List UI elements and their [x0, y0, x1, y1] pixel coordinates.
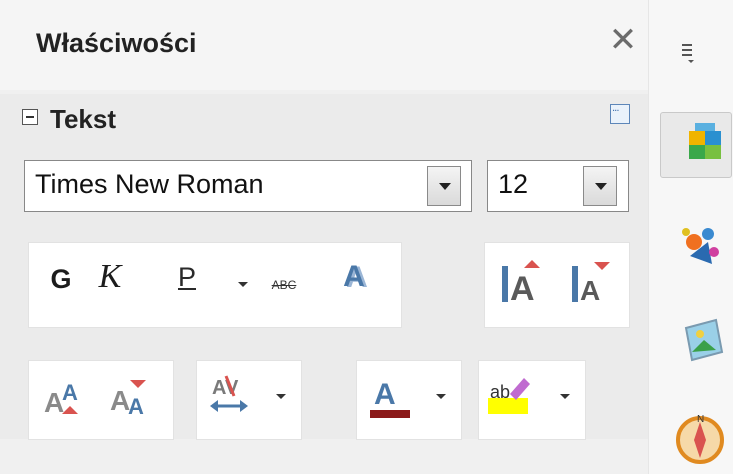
font-color-dropdown-icon[interactable] — [436, 394, 446, 399]
sidebar-item-properties[interactable] — [660, 112, 732, 178]
decrease-font-size-label: A — [580, 275, 600, 306]
highlight-label: ab — [490, 382, 510, 402]
more-options-icon[interactable] — [610, 104, 630, 124]
gallery-icon — [684, 318, 724, 362]
section-title: Tekst — [50, 104, 116, 134]
sidebar-item-styles[interactable] — [660, 212, 732, 278]
font-color-label: A — [374, 378, 396, 411]
subscript-button[interactable]: A A — [106, 370, 160, 424]
font-color-icon: A — [370, 378, 410, 418]
bold-button[interactable]: G — [44, 264, 78, 304]
increase-font-size-label: A — [510, 270, 535, 308]
spacing-dropdown-icon[interactable] — [276, 394, 286, 399]
subscript-icon: A A — [110, 380, 146, 419]
chevron-down-icon[interactable] — [583, 166, 617, 206]
collapse-icon[interactable] — [22, 109, 38, 125]
underline-dropdown-icon[interactable] — [238, 282, 248, 287]
close-icon[interactable]: ✕ — [605, 22, 641, 58]
font-name-value: Times New Roman — [35, 169, 264, 199]
increase-font-size-button[interactable]: A — [496, 256, 552, 308]
chevron-down-icon[interactable] — [427, 166, 461, 206]
strikethrough-button[interactable]: ABC — [264, 278, 304, 298]
superscript-icon: A A — [44, 380, 78, 418]
navigator-icon: N — [676, 414, 724, 464]
properties-panel: Właściwości ✕ Tekst Times New Roman 12 G… — [0, 0, 648, 474]
character-spacing-button[interactable]: AV — [204, 368, 256, 424]
highlight-button[interactable]: ab — [486, 368, 534, 424]
underline-button[interactable]: P — [170, 262, 204, 302]
increase-font-icon: A — [502, 260, 540, 308]
sidebar-item-navigator[interactable]: N — [660, 400, 732, 466]
superscript-raised-label: A — [62, 380, 78, 405]
highlight-icon: ab — [488, 378, 530, 414]
svg-text:N: N — [697, 414, 704, 425]
properties-icon — [689, 123, 721, 159]
shadow-button[interactable]: A — [334, 260, 374, 304]
decrease-font-icon: A — [572, 262, 610, 306]
italic-button[interactable]: K — [90, 258, 130, 302]
spacing-icon: AV — [210, 375, 248, 412]
panel-header: Właściwości ✕ — [0, 0, 648, 90]
sidebar-menu-icon[interactable] — [680, 40, 700, 64]
subscript-lowered-label: A — [128, 394, 144, 419]
superscript-button[interactable]: A A — [40, 370, 94, 424]
character-spacing-label: AV — [212, 377, 239, 399]
highlight-dropdown-icon[interactable] — [560, 394, 570, 399]
font-name-combobox[interactable]: Times New Roman — [24, 160, 472, 212]
font-size-combobox[interactable]: 12 — [487, 160, 629, 212]
panel-title: Właściwości — [36, 28, 197, 58]
styles-icon — [682, 228, 719, 264]
font-size-value: 12 — [498, 169, 529, 199]
font-color-button[interactable]: A — [366, 368, 414, 424]
sidebar-item-gallery[interactable] — [660, 306, 732, 372]
decrease-font-size-button[interactable]: A — [566, 256, 622, 308]
